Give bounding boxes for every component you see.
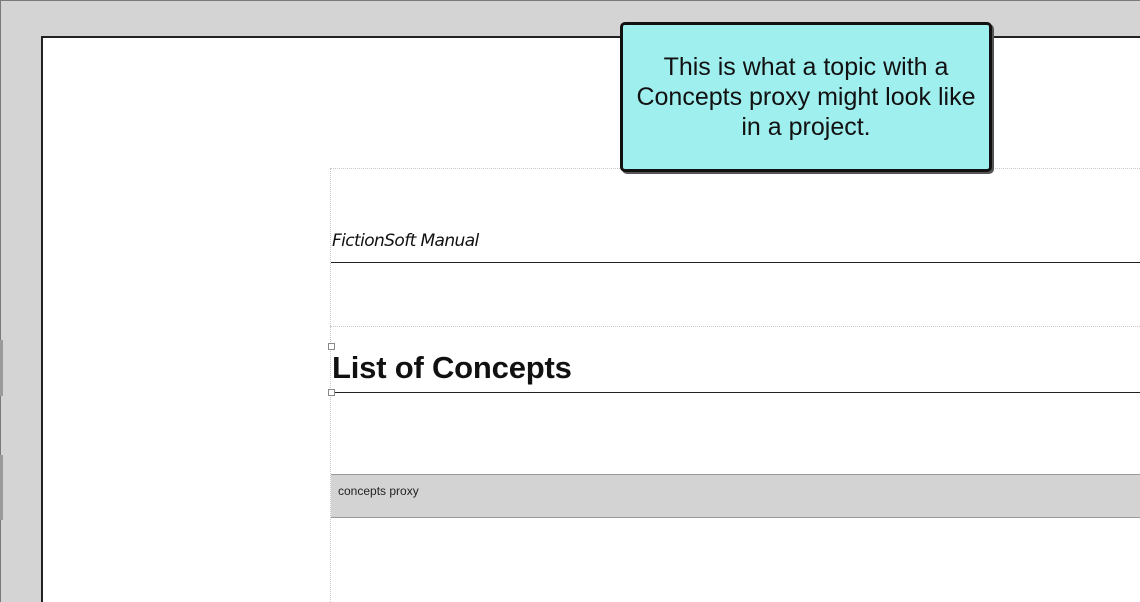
running-header-text[interactable]: FictionSoft Manual: [332, 231, 479, 251]
selection-handle[interactable]: [328, 343, 335, 350]
body-area-guide: [330, 326, 1140, 327]
heading-rule: [331, 392, 1140, 393]
concepts-proxy-block[interactable]: concepts proxy: [331, 474, 1140, 518]
annotation-callout: This is what a topic with a Concepts pro…: [620, 22, 992, 172]
callout-text: This is what a topic with a Concepts pro…: [636, 53, 976, 141]
left-edge-marker: [0, 340, 3, 396]
selection-handle[interactable]: [328, 389, 335, 396]
topic-heading[interactable]: List of Concepts: [332, 350, 572, 386]
header-rule: [331, 262, 1140, 263]
content-area-guide: [330, 168, 331, 602]
proxy-label: concepts proxy: [338, 484, 419, 498]
left-edge-marker: [0, 455, 3, 520]
